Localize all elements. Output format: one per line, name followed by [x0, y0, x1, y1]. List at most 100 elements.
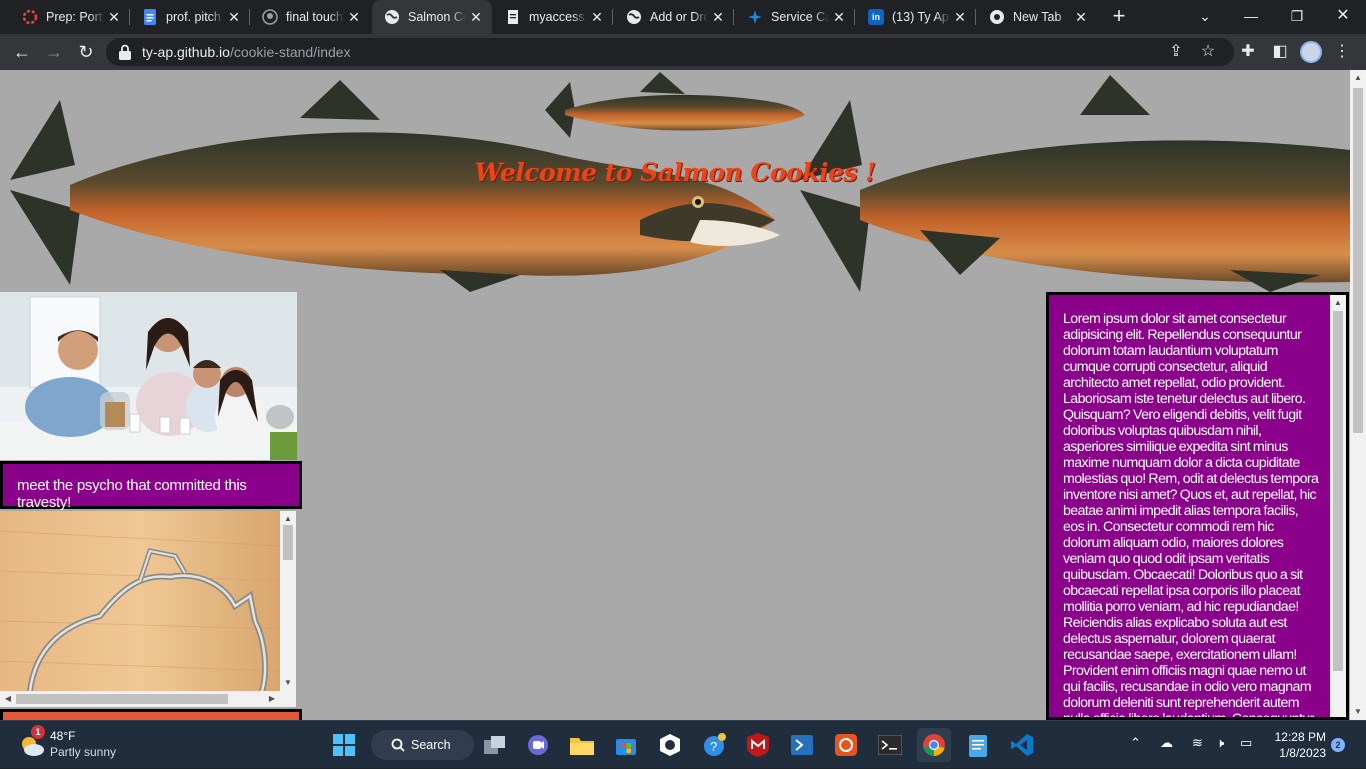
notification-badge[interactable]: 2	[1331, 738, 1345, 752]
tab-new-tab[interactable]: New Tab ✕	[977, 0, 1097, 34]
docs-icon	[142, 9, 158, 25]
close-tab-icon[interactable]: ✕	[829, 9, 849, 26]
family-photo	[0, 292, 297, 460]
task-view-icon[interactable]	[478, 728, 512, 762]
vscode-icon[interactable]	[1005, 728, 1039, 762]
tab-myaccess[interactable]: myaccess.s ✕	[493, 0, 613, 34]
scroll-thumb[interactable]	[1353, 88, 1363, 433]
tab-salmon-cookies[interactable]: Salmon Co ✕	[372, 0, 492, 34]
close-tab-icon[interactable]: ✕	[1071, 9, 1091, 26]
banner: Welcome to Salmon Cookies !	[0, 70, 1350, 292]
scroll-thumb[interactable]	[16, 694, 228, 704]
app-icon-hexagon[interactable]	[653, 728, 687, 762]
profile-avatar[interactable]	[1300, 41, 1322, 63]
tab-prep-portfolio[interactable]: Prep: Portf ✕	[10, 0, 130, 34]
file-explorer-icon[interactable]	[565, 728, 599, 762]
close-tab-icon[interactable]: ✕	[708, 9, 728, 26]
notepad-icon[interactable]	[961, 728, 995, 762]
scroll-thumb[interactable]	[1333, 311, 1343, 671]
ubuntu-icon[interactable]	[829, 728, 863, 762]
tab-title: Prep: Portf	[46, 10, 104, 24]
weather-temp: 48°F	[50, 729, 76, 743]
reload-button[interactable]: ↻	[72, 38, 100, 66]
mcafee-icon[interactable]	[741, 728, 775, 762]
restore-button[interactable]: ❐	[1274, 0, 1320, 34]
tab-title: Service Cat	[771, 10, 829, 24]
scroll-thumb[interactable]	[283, 525, 293, 560]
cookie-cutter-image	[0, 511, 280, 691]
page-title: Welcome to Salmon Cookies !	[474, 158, 876, 187]
taskbar-search[interactable]: Search	[371, 730, 474, 760]
github-icon	[262, 9, 278, 25]
close-tab-icon[interactable]: ✕	[587, 9, 607, 26]
scroll-up-icon[interactable]: ▲	[1350, 70, 1366, 86]
store-icon[interactable]	[609, 728, 643, 762]
page-scrollbar[interactable]: ▲ ▼	[1350, 70, 1366, 720]
lorem-scrollbar[interactable]: ▲	[1330, 295, 1346, 717]
cookie-cutter-vertical-scrollbar[interactable]: ▲ ▼	[280, 511, 296, 691]
tab-title: final touch	[286, 10, 343, 24]
orange-section-box	[0, 709, 302, 720]
tab-service-catalog[interactable]: Service Cat ✕	[735, 0, 855, 34]
weather-widget[interactable]: 1 48°F Partly sunny	[16, 725, 156, 763]
address-bar[interactable]: ty-ap.github.io/cookie-stand/index ⇪ ☆	[106, 38, 1234, 66]
close-tab-icon[interactable]: ✕	[344, 9, 364, 26]
chrome-icon	[989, 9, 1005, 25]
clock-time: 12:28 PM	[1274, 730, 1326, 744]
close-window-button[interactable]: ✕	[1320, 0, 1366, 34]
url-host: ty-ap.github.io	[142, 44, 230, 60]
tab-title: Add or Drc	[650, 10, 708, 24]
powershell-icon[interactable]	[785, 728, 819, 762]
start-button[interactable]	[327, 728, 361, 762]
cloud-icon[interactable]: ☁	[1160, 735, 1173, 751]
cookie-cutter-horizontal-scrollbar[interactable]: ◀ ▶	[0, 691, 280, 707]
windows-icon	[333, 734, 355, 756]
url-text: ty-ap.github.io/cookie-stand/index	[142, 44, 351, 60]
share-icon[interactable]: ⇪	[1162, 38, 1190, 66]
scroll-right-icon[interactable]: ▶	[264, 691, 280, 707]
weather-condition: Partly sunny	[50, 745, 117, 759]
tab-title: myaccess.s	[529, 10, 587, 24]
chrome-taskbar-icon[interactable]	[917, 728, 951, 762]
back-button[interactable]: ←	[8, 38, 36, 66]
menu-icon[interactable]: ⋮	[1328, 38, 1356, 66]
tab-linkedin[interactable]: in (13) Ty Apc ✕	[856, 0, 976, 34]
globe-icon	[384, 9, 400, 25]
volume-icon[interactable]: 🕨	[1216, 735, 1224, 751]
tab-search-icon[interactable]: ⌄	[1182, 0, 1228, 34]
partly-sunny-icon	[22, 737, 44, 756]
close-tab-icon[interactable]: ✕	[104, 9, 124, 26]
close-tab-icon[interactable]: ✕	[466, 9, 486, 26]
side-panel-icon[interactable]: ◧	[1266, 38, 1294, 66]
battery-icon[interactable]: ▭	[1240, 735, 1252, 751]
minimize-button[interactable]: —	[1228, 0, 1274, 34]
chat-icon[interactable]	[521, 728, 555, 762]
scroll-up-icon[interactable]: ▲	[1330, 295, 1346, 311]
help-icon[interactable]: ?	[697, 728, 731, 762]
close-tab-icon[interactable]: ✕	[224, 9, 244, 26]
scroll-down-icon[interactable]: ▼	[280, 675, 296, 691]
extensions-icon[interactable]: ✚	[1234, 38, 1262, 66]
wifi-icon[interactable]: ≋	[1192, 735, 1203, 751]
page-icon	[505, 9, 521, 25]
salmon-top	[545, 72, 805, 138]
tab-final-touch[interactable]: final touch ✕	[250, 0, 370, 34]
scroll-down-icon[interactable]: ▼	[1350, 704, 1366, 720]
new-tab-button[interactable]: +	[1106, 4, 1132, 30]
forward-button[interactable]: →	[40, 38, 68, 66]
lorem-aside[interactable]: Lorem ipsum dolor sit amet consectetur a…	[1046, 292, 1349, 720]
chevron-up-icon[interactable]: ⌃	[1130, 735, 1141, 751]
page-viewport: Welcome to Salmon Cookies ! meet the psy…	[0, 70, 1366, 720]
bookmark-star-icon[interactable]: ☆	[1194, 38, 1222, 66]
close-tab-icon[interactable]: ✕	[950, 9, 970, 26]
terminal-icon[interactable]	[873, 728, 907, 762]
target-icon	[22, 9, 38, 25]
scroll-left-icon[interactable]: ◀	[0, 691, 16, 707]
clock[interactable]: 12:28 PM 1/8/2023	[1270, 729, 1326, 761]
tab-prof-pitch[interactable]: prof. pitch ✕	[130, 0, 250, 34]
tab-add-or-drop[interactable]: Add or Drc ✕	[614, 0, 734, 34]
tab-title: New Tab	[1013, 10, 1062, 24]
url-path: /cookie-stand/index	[229, 44, 351, 60]
tab-title: (13) Ty Apc	[892, 10, 950, 24]
cookie-cutter-frame[interactable]: ▲ ▼ ◀ ▶	[0, 511, 296, 707]
